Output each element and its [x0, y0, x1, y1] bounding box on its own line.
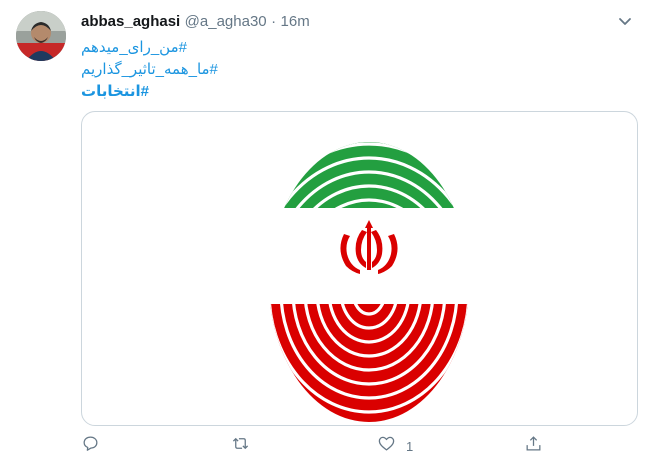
display-name[interactable]: abbas_aghasi [81, 13, 180, 30]
timestamp[interactable]: 16m [281, 13, 310, 30]
tweet-actions: 1 [81, 432, 641, 460]
chevron-down-icon[interactable] [614, 10, 636, 32]
retweet-icon [231, 434, 250, 458]
share-button[interactable] [524, 432, 543, 460]
tweet-header: abbas_aghasi @a_agha30 · 16m [81, 11, 310, 33]
like-button[interactable]: 1 [377, 432, 413, 460]
retweet-button[interactable] [231, 432, 250, 460]
tweet-image[interactable] [81, 111, 638, 426]
like-count: 1 [406, 438, 414, 454]
avatar[interactable] [16, 11, 66, 61]
heart-icon [377, 434, 396, 458]
tweet-text: #من_رای_میدهم #ما_همه_تاثیر_گذاریم #انتخ… [81, 37, 221, 103]
fingerprint-iran-flag-image [269, 142, 469, 422]
tweet[interactable]: abbas_aghasi @a_agha30 · 16m #من_رای_مید… [0, 0, 652, 468]
share-icon [524, 434, 543, 458]
hashtag-link[interactable]: #انتخابات [81, 81, 221, 103]
user-handle[interactable]: @a_agha30 [185, 13, 267, 30]
separator-dot: · [271, 13, 277, 30]
reply-button[interactable] [81, 432, 100, 460]
reply-icon [81, 434, 100, 458]
hashtag-link[interactable]: #ما_همه_تاثیر_گذاریم [81, 59, 221, 81]
hashtag-link[interactable]: #من_رای_میدهم [81, 37, 221, 59]
